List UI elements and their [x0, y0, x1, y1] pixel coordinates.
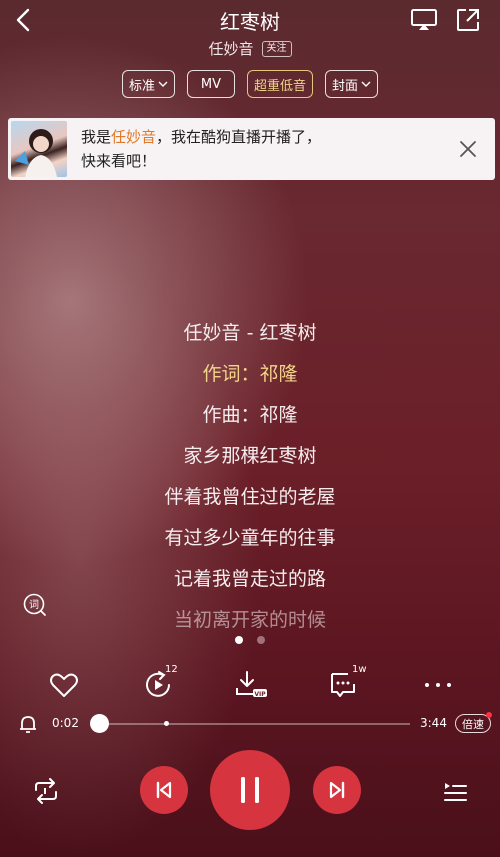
sound-effect-button[interactable]: 超重低音: [246, 70, 313, 98]
lyric-line: 伴着我曾住过的老屋: [164, 486, 336, 508]
next-button[interactable]: [313, 766, 361, 814]
more-icon[interactable]: [421, 668, 455, 702]
chevron-down-icon: [361, 81, 371, 87]
speed-button[interactable]: 倍速: [455, 714, 491, 733]
page-indicator: [0, 636, 500, 644]
lyric-line: 任妙音 - 红枣树: [183, 322, 317, 344]
heart-icon[interactable]: [47, 668, 81, 702]
lyric-line: 有过多少童年的往事: [164, 527, 336, 549]
previous-icon: [156, 781, 172, 799]
playlist-icon[interactable]: [442, 778, 468, 804]
total-time: 3:44: [420, 716, 447, 730]
lyric-line: 作曲：祁隆: [202, 404, 298, 426]
banner-suffix: ，我在酷狗直播开播了，: [156, 128, 322, 146]
action-row: 12 VIP 1w: [0, 664, 500, 702]
artist-avatar: [11, 121, 67, 177]
chevron-down-icon: [158, 81, 168, 87]
share-icon[interactable]: [455, 7, 481, 33]
next-icon: [329, 781, 345, 799]
close-icon[interactable]: [459, 140, 477, 158]
svg-text:VIP: VIP: [254, 691, 266, 698]
artist-name[interactable]: 任妙音: [208, 38, 253, 59]
lyric-line: 记着我曾走过的路: [173, 568, 326, 590]
mv-button[interactable]: MV: [186, 70, 235, 98]
lyric-line-current: 作词：祁隆: [202, 363, 298, 385]
banner-message: 我是任妙音，我在酷狗直播开播了， 快来看吧！: [81, 125, 441, 173]
svg-text:词: 词: [29, 599, 39, 611]
share-count: 1w: [352, 664, 367, 675]
repeat-icon[interactable]: [32, 778, 60, 804]
buffer-marker: [164, 721, 169, 726]
current-time: 0:02: [52, 716, 79, 730]
page-dot: [257, 636, 265, 644]
cover-label: 封面: [332, 78, 359, 94]
comment-button[interactable]: 12: [141, 664, 178, 702]
progress-thumb[interactable]: [90, 714, 109, 733]
quality-selector[interactable]: 标准: [121, 70, 175, 98]
banner-prefix: 我是: [81, 128, 112, 146]
banner-artist-name: 任妙音: [111, 128, 157, 146]
previous-button[interactable]: [140, 766, 188, 814]
download-icon[interactable]: VIP: [233, 668, 267, 702]
comment-count: 12: [165, 664, 178, 675]
cast-icon[interactable]: [410, 8, 438, 32]
lyrics-mode-icon[interactable]: 词: [22, 592, 48, 618]
bell-icon[interactable]: [17, 713, 39, 735]
share-comment-button[interactable]: 1w: [328, 664, 367, 702]
lyrics-panel[interactable]: 任妙音 - 红枣树 作词：祁隆 作曲：祁隆 家乡那棵红枣树 伴着我曾住过的老屋 …: [0, 318, 500, 646]
option-pills: 标准 MV 超重低音 封面: [0, 70, 500, 98]
mv-label: MV: [200, 76, 222, 92]
artist-row: 任妙音 关注: [0, 38, 500, 59]
banner-line2: 快来看吧！: [81, 152, 157, 170]
lyric-line: 家乡那棵红枣树: [183, 445, 317, 467]
page-dot-active: [235, 636, 243, 644]
quality-label: 标准: [128, 78, 155, 94]
live-banner[interactable]: 我是任妙音，我在酷狗直播开播了， 快来看吧！: [8, 118, 495, 180]
cover-selector[interactable]: 封面: [325, 70, 379, 98]
pause-icon: [241, 777, 259, 803]
follow-button[interactable]: 关注: [261, 40, 292, 57]
speed-notification-dot: [486, 712, 492, 718]
play-pause-button[interactable]: [210, 750, 290, 830]
sound-effect-label: 超重低音: [253, 78, 306, 94]
progress-track[interactable]: [100, 723, 410, 725]
